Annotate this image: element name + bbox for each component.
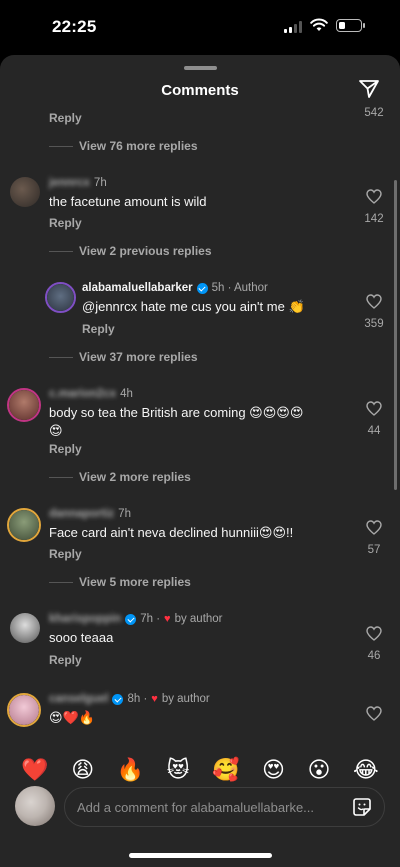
comment-meta: kharispoppin 7h · ♥ by author — [49, 613, 223, 625]
comment-composer: Add a comment for alabamaluellabarke... — [0, 784, 400, 844]
share-icon[interactable] — [358, 79, 380, 99]
comment-text: sooo teaaa — [49, 630, 114, 645]
username[interactable]: canselguel — [49, 693, 108, 705]
view-more-replies[interactable]: View 2 more replies — [49, 470, 191, 484]
comment-text: @jennrcx hate me cus you ain't me 👏 — [82, 299, 305, 314]
comment-meta: canselguel 8h · ♥ by author — [49, 693, 210, 705]
view-more-replies[interactable]: View 76 more replies — [49, 139, 198, 153]
comment-text: body so tea the British are coming 😍😍😍😍 😍 — [49, 405, 304, 438]
emoji-heart-eyes-cat-button[interactable]: 😻 — [167, 758, 190, 783]
comment-meta: c.marion2cx 4h — [49, 388, 133, 400]
reply-button[interactable]: Reply — [49, 547, 82, 561]
sheet-grabber[interactable] — [184, 66, 217, 70]
avatar[interactable] — [7, 388, 41, 422]
reply-button[interactable]: Reply — [49, 442, 82, 456]
battery-icon — [336, 19, 365, 32]
avatar[interactable] — [7, 693, 41, 727]
heart-icon — [366, 294, 382, 309]
verified-badge-icon — [125, 613, 137, 625]
like-button[interactable]: 57 — [354, 520, 394, 556]
comment-input[interactable]: Add a comment for alabamaluellabarke... — [64, 787, 385, 827]
avatar[interactable] — [10, 177, 40, 207]
username[interactable]: kharispoppin — [49, 613, 121, 625]
username[interactable]: c.marion2cx — [49, 388, 116, 400]
comment-meta: jennrcx 7h — [49, 177, 107, 189]
status-time: 22:25 — [52, 17, 97, 36]
heart-icon — [366, 706, 382, 721]
comments-sheet: Comments Reply 542 View 76 more replies … — [0, 55, 400, 867]
reply-button[interactable]: Reply — [49, 653, 82, 667]
comment-text: Face card ain't neva declined hunniii😍😍!… — [49, 525, 294, 540]
liked-by-author-heart-icon: ♥ — [151, 693, 158, 705]
username[interactable]: jennrcx — [49, 177, 90, 189]
like-button[interactable]: 359 — [354, 294, 394, 330]
heart-icon — [366, 626, 382, 641]
emoji-open-mouth-button[interactable]: 😮 — [307, 758, 330, 783]
emoji-fire-button[interactable]: 🔥 — [117, 758, 144, 783]
emoji-joy-button[interactable]: 😂 — [353, 758, 379, 783]
like-button[interactable]: 142 — [354, 189, 394, 225]
avatar[interactable] — [45, 282, 76, 313]
sheet-title: Comments — [161, 82, 239, 99]
like-button[interactable]: 46 — [354, 626, 394, 662]
emoji-heart-button[interactable]: ❤️ — [21, 758, 48, 783]
status-bar: 22:25 — [0, 0, 400, 54]
liked-by-author-heart-icon: ♥ — [164, 613, 171, 625]
scrollbar[interactable] — [394, 180, 397, 490]
reply-button[interactable]: Reply — [82, 322, 115, 336]
reply-button[interactable]: Reply — [49, 216, 82, 230]
view-previous-replies[interactable]: View 2 previous replies — [49, 244, 212, 258]
comment-meta: dannaportiz 7h — [49, 508, 131, 520]
reply-button[interactable]: Reply — [49, 111, 82, 125]
wifi-icon — [310, 18, 328, 31]
cellular-signal-icon — [284, 21, 302, 33]
like-button[interactable] — [354, 706, 394, 726]
comments-list[interactable]: Reply 542 View 76 more replies jennrcx 7… — [0, 105, 400, 745]
username[interactable]: dannaportiz — [49, 508, 114, 520]
avatar[interactable] — [7, 508, 41, 542]
view-more-replies[interactable]: View 37 more replies — [49, 350, 198, 364]
avatar[interactable] — [15, 786, 55, 826]
like-count: 542 — [364, 107, 384, 119]
avatar[interactable] — [10, 613, 40, 643]
emoji-weary-button[interactable]: 😩 — [71, 758, 94, 783]
heart-icon — [366, 520, 382, 535]
like-button[interactable]: 44 — [354, 401, 394, 437]
sticker-icon[interactable] — [352, 797, 372, 817]
view-more-replies[interactable]: View 5 more replies — [49, 575, 191, 589]
home-indicator — [129, 853, 272, 858]
username[interactable]: alabamaluellabarker — [82, 282, 193, 294]
heart-icon — [366, 401, 382, 416]
comment-text: the facetune amount is wild — [49, 194, 207, 209]
verified-badge-icon — [196, 282, 208, 294]
emoji-smiling-hearts-button[interactable]: 🥰 — [212, 758, 239, 783]
heart-icon — [366, 189, 382, 204]
verified-badge-icon — [112, 693, 124, 705]
comment-meta: alabamaluellabarker 5h · Author — [82, 282, 268, 294]
emoji-heart-eyes-button[interactable]: 😍 — [262, 758, 285, 783]
comment-text: 😍❤️🔥 — [49, 710, 95, 725]
